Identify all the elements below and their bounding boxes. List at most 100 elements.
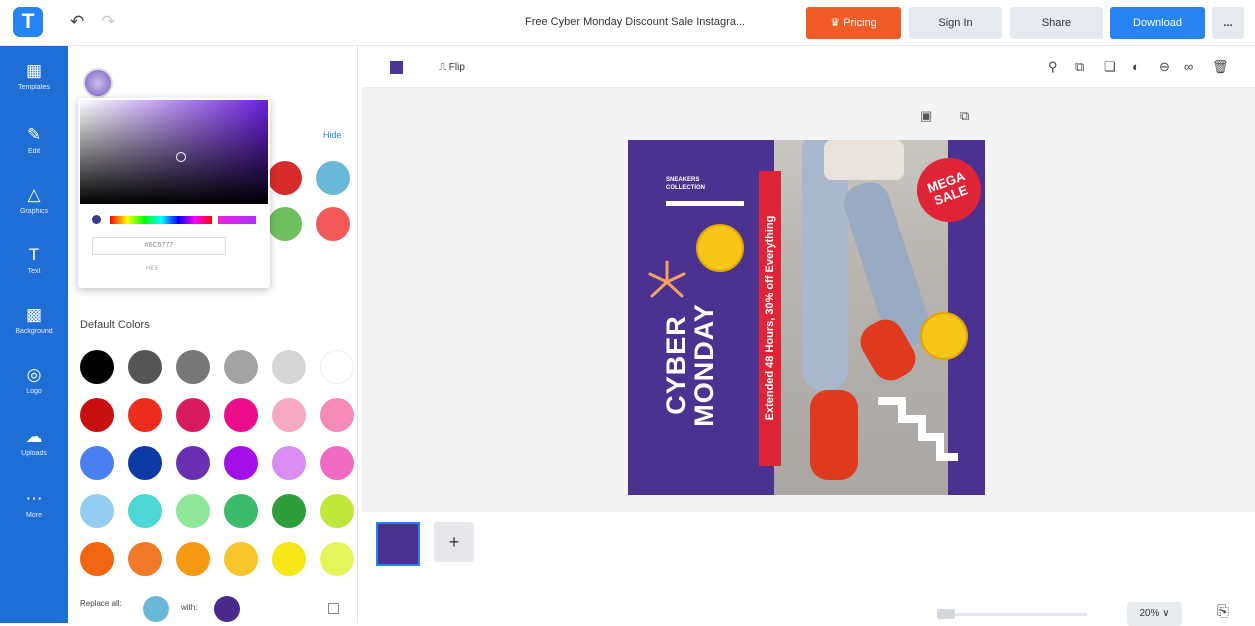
promo-text[interactable]: Extended 48 Hours, 30% off Everything [764,173,776,463]
replace-from-swatch[interactable] [143,596,169,622]
zoom-dropdown[interactable]: 20% ∨ [1127,602,1182,626]
default-color-swatch[interactable] [80,542,114,576]
document-color-swatch[interactable] [316,161,350,195]
zoom-slider-handle[interactable] [937,609,955,619]
left-sidebar: ▦ Templates ✎ Edit △ Graphics T Text ▩ Backgr… [0,46,68,623]
with-label: with: [181,603,198,612]
document-color-swatch[interactable] [316,207,350,241]
sign-in-button[interactable]: Sign In [909,7,1002,39]
replace-all-label: Replace all: [80,599,122,608]
copy-page-icon[interactable]: ⧉ [960,108,969,124]
sparkle-decoration [648,260,686,298]
default-color-swatch[interactable] [272,350,306,384]
page-thumbnail[interactable] [376,522,420,566]
design-canvas[interactable]: Extended 48 Hours, 30% off Everything SN… [628,140,985,495]
default-color-swatch[interactable] [272,446,306,480]
flip-button[interactable]: ⎍ Flip [439,62,465,73]
default-colors-title: Default Colors [80,319,150,331]
default-color-swatch[interactable] [224,398,258,432]
replace-to-swatch[interactable] [214,596,240,622]
default-color-swatch[interactable] [176,350,210,384]
default-color-swatch[interactable] [128,350,162,384]
hue-slider[interactable] [110,216,212,224]
add-page-button[interactable]: + [434,522,474,562]
default-color-swatch[interactable] [128,398,162,432]
photo-shirt [824,140,904,180]
top-bar: T ↶ ↷ Free Cyber Monday Discount Sale In… [0,0,1255,46]
lock-icon[interactable]: ⊖ [1159,59,1170,75]
color-picker-popup: #6C5777 HEX [78,98,270,288]
default-color-swatch[interactable] [128,446,162,480]
default-color-swatch[interactable] [224,494,258,528]
download-button[interactable]: Download [1110,7,1205,39]
default-color-swatch[interactable] [320,446,354,480]
default-color-swatch[interactable] [128,494,162,528]
current-color-swatch[interactable] [83,68,113,98]
element-toolbar: ⎍ Flip ⚲ ⧉ ❏ ◐ ⊖ ∞ 🗑 [362,46,1255,88]
redo-icon[interactable]: ↷ [101,12,115,32]
default-color-swatch[interactable] [272,398,306,432]
eyedropper-dot[interactable] [92,215,101,224]
hex-label: HEX [146,266,159,272]
alpha-slider[interactable] [218,216,256,224]
collection-bar [666,201,744,206]
sidebar-item-text[interactable]: T Text [0,234,68,294]
flip-icon: ⎍ [439,62,449,73]
app-logo[interactable]: T [13,7,43,37]
cyber-monday-heading[interactable]: CYBER MONDAY [661,303,719,427]
collection-label[interactable]: SNEAKERS COLLECTION [666,176,705,192]
default-color-swatch[interactable] [320,398,354,432]
zoom-slider[interactable] [937,613,1087,616]
default-color-swatch[interactable] [176,398,210,432]
hide-link[interactable]: Hide [323,130,342,140]
sidebar-item-graphics[interactable]: △ Graphics [0,174,68,234]
default-color-swatch[interactable] [224,350,258,384]
emoji-sticker-laughing[interactable] [696,224,744,272]
layers-icon[interactable]: ❏ [1104,59,1116,75]
default-color-swatch[interactable] [224,446,258,480]
sidebar-item-templates[interactable]: ▦ Templates [0,50,68,110]
sidebar-item-more[interactable]: ⋯ More [0,478,68,538]
share-button[interactable]: Share [1010,7,1103,39]
sidebar-item-edit[interactable]: ✎ Edit [0,114,68,174]
fit-screen-icon[interactable]: ⎘ [1217,603,1229,620]
photo-shoe [810,390,858,480]
emoji-sticker-smile[interactable] [920,312,968,360]
pricing-button[interactable]: ♛ Pricing [806,7,901,39]
delete-icon[interactable]: 🗑 [1212,59,1229,75]
default-color-swatch[interactable] [272,542,306,576]
document-color-swatch[interactable] [268,161,302,195]
saturation-value-area[interactable] [80,100,268,204]
color-pointer[interactable] [176,152,186,162]
more-options-button[interactable]: ... [1212,7,1244,39]
default-color-swatch[interactable] [80,446,114,480]
sidebar-item-logo[interactable]: ◎ Logo [0,354,68,414]
default-color-swatch[interactable] [80,398,114,432]
document-title[interactable]: Free Cyber Monday Discount Sale Instagra… [525,16,790,28]
default-color-swatch[interactable] [320,542,354,576]
sidebar-item-uploads[interactable]: ☁ Uploads [0,416,68,476]
default-color-swatch[interactable] [128,542,162,576]
default-color-swatch[interactable] [320,350,354,384]
duplicate-icon[interactable]: ⧉ [1075,59,1084,75]
stairs-graphic[interactable] [878,395,958,463]
default-color-swatch[interactable] [176,542,210,576]
default-color-swatch[interactable] [272,494,306,528]
add-note-icon[interactable]: ▣ [920,108,932,124]
sidebar-item-background[interactable]: ▩ Background [0,294,68,354]
format-painter-icon[interactable]: ⚲ [1048,59,1058,75]
logo-icon: ◎ [26,365,42,384]
hex-input[interactable]: #6C5777 [92,237,226,255]
link-icon[interactable]: ∞ [1184,59,1193,74]
default-color-swatch[interactable] [176,494,210,528]
default-color-swatch[interactable] [80,494,114,528]
default-color-swatch[interactable] [176,446,210,480]
default-color-swatch[interactable] [320,494,354,528]
replace-checkbox[interactable] [328,603,339,614]
default-color-swatch[interactable] [224,542,258,576]
document-color-swatch[interactable] [268,207,302,241]
opacity-icon[interactable]: ◐ [1132,59,1140,74]
default-color-swatch[interactable] [80,350,114,384]
background-color-swatch[interactable] [390,61,403,74]
undo-icon[interactable]: ↶ [70,12,84,32]
